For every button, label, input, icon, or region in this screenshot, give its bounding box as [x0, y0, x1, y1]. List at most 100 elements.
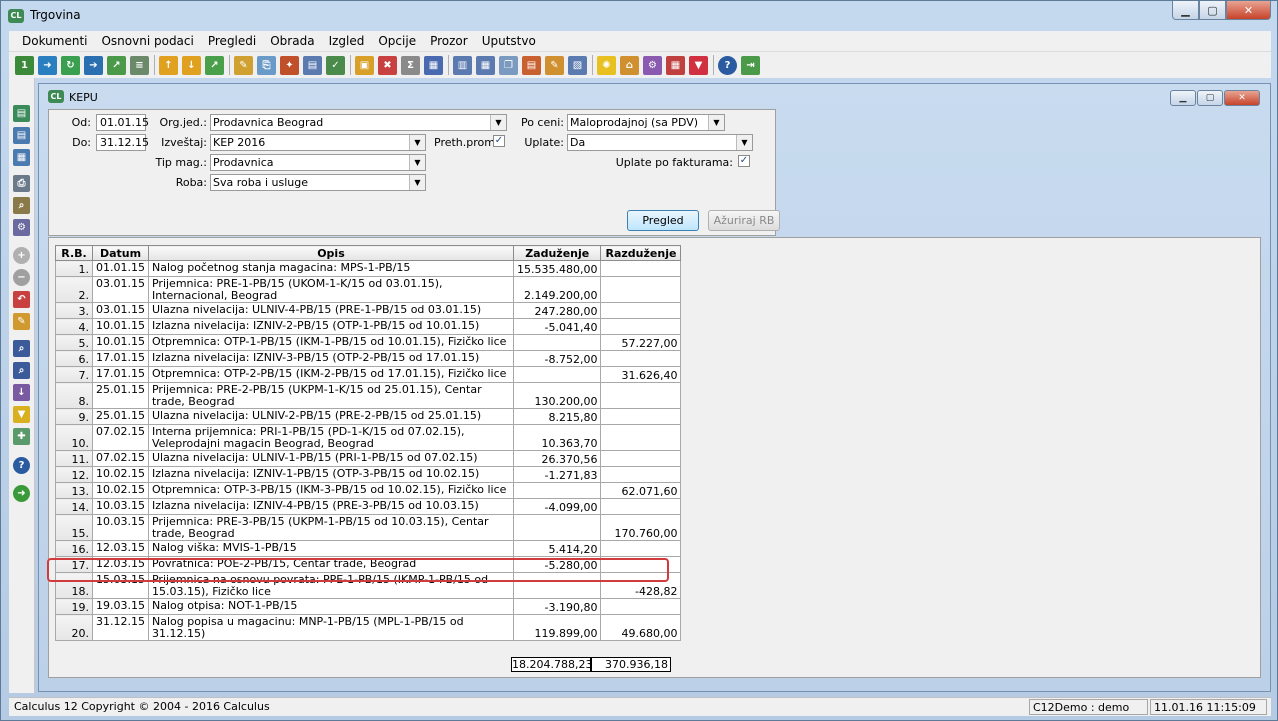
- cell-rb[interactable]: 10.: [55, 424, 93, 451]
- layout-icon[interactable]: ▧: [568, 55, 587, 75]
- cell-razduzenje[interactable]: [600, 540, 682, 557]
- cell-datum[interactable]: 10.01.15: [92, 334, 149, 351]
- cell-razduzenje[interactable]: [600, 318, 682, 335]
- go-icon[interactable]: ➜: [13, 485, 30, 502]
- bulb-icon[interactable]: ✺: [597, 55, 616, 75]
- edit-icon[interactable]: ✎: [13, 313, 30, 330]
- table-row[interactable]: 16. 12.03.15 Nalog viška: MVIS-1-PB/15 5.41…: [55, 540, 682, 557]
- table-row[interactable]: 15. 10.03.15 Prijemnica: PRE-3-PB/15 (UKPM…: [55, 514, 682, 541]
- cell-zaduzenje[interactable]: 26.370,56: [512, 450, 602, 467]
- table-row[interactable]: 5. 10.01.15 Otpremnica: OTP-1-PB/15 (IKM-1…: [55, 334, 682, 351]
- cell-rb[interactable]: 14.: [55, 498, 93, 515]
- menu-dokumenti[interactable]: Dokumenti: [15, 34, 94, 48]
- kepu-maximize-button[interactable]: ▢: [1197, 90, 1223, 106]
- maximize-button[interactable]: ▢: [1199, 1, 1226, 20]
- cell-razduzenje[interactable]: [600, 466, 682, 483]
- report-edit-icon[interactable]: ✎: [545, 55, 564, 75]
- table-row[interactable]: 8. 25.01.15 Prijemnica: PRE-2-PB/15 (UKPM-…: [55, 382, 682, 409]
- cell-datum[interactable]: 12.03.15: [92, 540, 149, 557]
- cell-zaduzenje[interactable]: -8.752,00: [512, 350, 602, 367]
- kepu-close-button[interactable]: ✕: [1224, 90, 1260, 106]
- cell-rb[interactable]: 11.: [55, 450, 93, 467]
- cell-rb[interactable]: 7.: [55, 366, 93, 383]
- col-zaduzenje-header[interactable]: Zaduženje: [512, 245, 602, 261]
- chevron-down-icon[interactable]: ▼: [409, 175, 425, 190]
- sort-icon[interactable]: ↓: [13, 384, 30, 401]
- menu-obrada[interactable]: Obrada: [263, 34, 321, 48]
- cell-datum[interactable]: 10.01.15: [92, 318, 149, 335]
- table-row[interactable]: 10. 07.02.15 Interna prijemnica: PRI-1-PB/…: [55, 424, 682, 451]
- cell-zaduzenje[interactable]: [512, 482, 602, 499]
- import-icon[interactable]: ➜: [38, 55, 57, 75]
- cell-zaduzenje[interactable]: [512, 514, 602, 541]
- kepu-title-bar[interactable]: CL KEPU ▁ ▢ ✕: [39, 84, 1270, 110]
- cell-datum[interactable]: 10.03.15: [92, 514, 149, 541]
- print-preview-icon[interactable]: ⌕: [13, 197, 30, 214]
- cell-opis[interactable]: Izlazna nivelacija: IZNIV-2-PB/15 (OTP-1…: [147, 318, 514, 335]
- uplatepofak-checkbox[interactable]: ✓: [738, 155, 750, 167]
- chevron-down-icon[interactable]: ▼: [409, 135, 425, 150]
- delete-doc-icon[interactable]: ✖: [378, 55, 397, 75]
- cell-razduzenje[interactable]: [600, 408, 682, 425]
- table-row[interactable]: 1. 01.01.15 Nalog početnog stanja magacina…: [55, 260, 682, 277]
- azuriraj-rb-button[interactable]: Ažuriraj RB: [708, 210, 780, 231]
- cell-opis[interactable]: Izlazna nivelacija: IZNIV-1-PB/15 (OTP-3…: [147, 466, 514, 483]
- cell-opis[interactable]: Nalog viška: MVIS-1-PB/15: [147, 540, 514, 557]
- cell-razduzenje[interactable]: [600, 302, 682, 319]
- cell-razduzenje[interactable]: 49.680,00: [600, 614, 682, 641]
- cell-datum[interactable]: 31.12.15: [92, 614, 149, 641]
- copy-doc-icon[interactable]: ⎘: [257, 55, 276, 75]
- doc-tool-icon[interactable]: ✦: [280, 55, 299, 75]
- cell-razduzenje[interactable]: [600, 350, 682, 367]
- do-date-field[interactable]: 31.12.15: [96, 134, 149, 151]
- cell-zaduzenje[interactable]: 130.200,00: [512, 382, 602, 409]
- remove-icon[interactable]: −: [13, 269, 30, 286]
- cell-rb[interactable]: 5.: [55, 334, 93, 351]
- cell-rb[interactable]: 20.: [55, 614, 93, 641]
- cell-zaduzenje[interactable]: -1.271,83: [512, 466, 602, 483]
- cell-rb[interactable]: 12.: [55, 466, 93, 483]
- add-icon[interactable]: +: [13, 247, 30, 264]
- table-row[interactable]: 11. 07.02.15 Ulazna nivelacija: ULNIV-1-PB…: [55, 450, 682, 467]
- folder-down-icon[interactable]: ↓: [182, 55, 201, 75]
- docs-icon[interactable]: ▣: [355, 55, 374, 75]
- cell-datum[interactable]: 07.02.15: [92, 424, 149, 451]
- izvestaj-select[interactable]: KEP 2016 ▼: [210, 134, 426, 151]
- cell-zaduzenje[interactable]: 5.414,20: [512, 540, 602, 557]
- cell-rb[interactable]: 6.: [55, 350, 93, 367]
- export-icon[interactable]: ↗: [107, 55, 126, 75]
- col-opis-header[interactable]: Opis: [147, 245, 514, 261]
- cell-datum[interactable]: 03.01.15: [92, 276, 149, 303]
- list-icon[interactable]: ≡: [130, 55, 149, 75]
- cell-opis[interactable]: Prijemnica: PRE-1-PB/15 (UKOM-1-K/15 od …: [147, 276, 514, 303]
- cell-opis[interactable]: Izlazna nivelacija: IZNIV-3-PB/15 (OTP-2…: [147, 350, 514, 367]
- edit-doc-icon[interactable]: ✎: [234, 55, 253, 75]
- chevron-down-icon[interactable]: ▼: [708, 115, 724, 130]
- cell-zaduzenje[interactable]: -4.099,00: [512, 498, 602, 515]
- cell-opis[interactable]: Izlazna nivelacija: IZNIV-4-PB/15 (PRE-3…: [147, 498, 514, 515]
- cell-opis[interactable]: Prijemnica: PRE-3-PB/15 (UKPM-1-PB/15 od…: [147, 514, 514, 541]
- cell-zaduzenje[interactable]: 247.280,00: [512, 302, 602, 319]
- cell-opis[interactable]: Nalog početnog stanja magacina: MPS-1-PB…: [147, 260, 514, 277]
- close-button[interactable]: ✕: [1226, 1, 1271, 20]
- cell-datum[interactable]: 25.01.15: [92, 408, 149, 425]
- cell-zaduzenje[interactable]: [512, 334, 602, 351]
- cell-rb[interactable]: 4.: [55, 318, 93, 335]
- cell-rb[interactable]: 3.: [55, 302, 93, 319]
- sum-icon[interactable]: Σ: [401, 55, 420, 75]
- menu-izgled[interactable]: Izgled: [322, 34, 372, 48]
- cell-datum[interactable]: 17.01.15: [92, 350, 149, 367]
- chevron-down-icon[interactable]: ▼: [409, 155, 425, 170]
- cell-datum[interactable]: 10.02.15: [92, 466, 149, 483]
- folder-up-icon[interactable]: ↑: [159, 55, 178, 75]
- cell-zaduzenje[interactable]: 10.363,70: [512, 424, 602, 451]
- cell-datum[interactable]: 10.02.15: [92, 482, 149, 499]
- cell-datum[interactable]: 17.01.15: [92, 366, 149, 383]
- windows-icon[interactable]: ❐: [499, 55, 518, 75]
- cell-rb[interactable]: 13.: [55, 482, 93, 499]
- table-row[interactable]: 3. 03.01.15 Ulazna nivelacija: ULNIV-4-PB/…: [55, 302, 682, 319]
- roba-select[interactable]: Sva roba i usluge ▼: [210, 174, 426, 191]
- cell-datum[interactable]: 19.03.15: [92, 598, 149, 615]
- cell-razduzenje[interactable]: 62.071,60: [600, 482, 682, 499]
- cell-rb[interactable]: 8.: [55, 382, 93, 409]
